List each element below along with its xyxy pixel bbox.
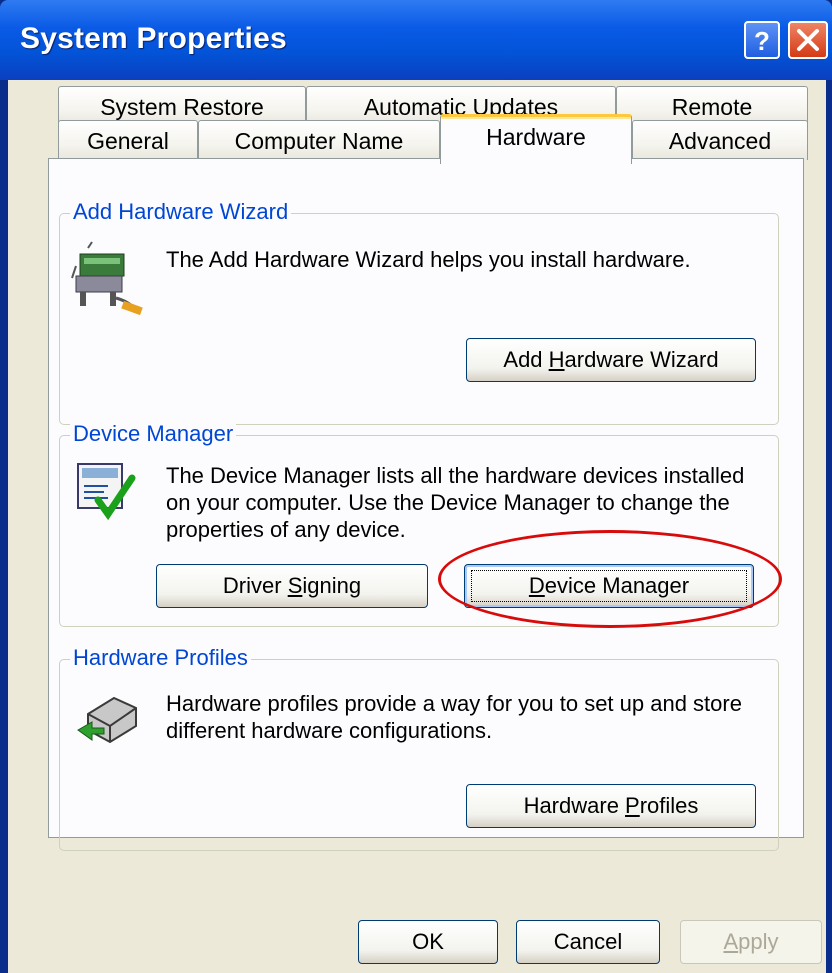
tab-label: Remote xyxy=(671,94,753,120)
device-manager-description-line-3: properties of any device. xyxy=(166,517,406,542)
tab-label: Hardware xyxy=(486,124,586,150)
btn-mnemonic: A xyxy=(723,929,739,954)
title-bar[interactable]: System Properties ? xyxy=(0,0,832,80)
ok-button[interactable]: OK xyxy=(358,920,498,964)
add-hardware-wizard-button[interactable]: Add Hardware Wizard xyxy=(466,338,756,382)
hardware-profiles-button[interactable]: Hardware Profiles xyxy=(466,784,756,828)
help-icon: ? xyxy=(754,26,770,56)
tab-label: Advanced xyxy=(668,128,772,154)
device-manager-description-line-1: The Device Manager lists all the hardwar… xyxy=(166,463,745,488)
svg-text:?: ? xyxy=(754,26,770,56)
system-properties-window: System Properties ? System Restore Autom… xyxy=(0,0,832,973)
cancel-button[interactable]: Cancel xyxy=(516,920,660,964)
btn-text: ardware Wizard xyxy=(564,347,719,372)
window-title: System Properties xyxy=(20,22,287,55)
hardware-profiles-legend: Hardware Profiles xyxy=(70,645,251,671)
tab-general[interactable]: General xyxy=(58,120,198,160)
hardware-tab-panel: Add Hardware Wizard The Add Hardware Wiz… xyxy=(48,158,804,851)
btn-text: Hardware xyxy=(523,793,626,818)
tab-computer-name[interactable]: Computer Name xyxy=(198,120,440,160)
focus-rectangle xyxy=(471,570,747,602)
btn-mnemonic: S xyxy=(287,573,303,598)
add-hardware-wizard-icon xyxy=(71,241,143,316)
hardware-profiles-description-line-1: Hardware profiles provide a way for you … xyxy=(166,691,742,716)
add-hardware-wizard-group: Add Hardware Wizard The Add Hardware Wiz… xyxy=(59,199,779,425)
driver-signing-button[interactable]: Driver Signing xyxy=(156,564,428,608)
add-hardware-wizard-description: The Add Hardware Wizard helps you instal… xyxy=(166,247,691,272)
btn-text: Driver xyxy=(222,573,288,598)
tab-advanced[interactable]: Advanced xyxy=(632,120,808,160)
close-button[interactable] xyxy=(788,21,828,59)
device-manager-description-line-2: on your computer. Use the Device Manager… xyxy=(166,490,730,515)
device-manager-legend: Device Manager xyxy=(70,421,237,447)
help-button[interactable]: ? xyxy=(744,21,780,59)
device-manager-icon xyxy=(77,463,136,521)
hardware-profiles-icon xyxy=(77,696,137,744)
btn-text: pply xyxy=(738,929,779,954)
tab-label: System Restore xyxy=(100,94,264,120)
add-hardware-wizard-legend: Add Hardware Wizard xyxy=(70,199,292,225)
tab-label: General xyxy=(87,128,169,154)
btn-mnemonic: P xyxy=(625,793,640,818)
apply-button[interactable]: Apply xyxy=(680,920,822,964)
btn-mnemonic: H xyxy=(548,347,565,372)
hardware-profiles-group: Hardware Profiles Hardware profiles prov… xyxy=(59,645,779,851)
device-manager-button[interactable]: Device Manager xyxy=(464,564,754,608)
btn-text: igning xyxy=(302,573,362,598)
close-icon xyxy=(797,29,819,51)
hardware-profiles-description-line-2: different hardware configurations. xyxy=(166,718,493,743)
btn-text: rofiles xyxy=(639,793,699,818)
btn-text: OK xyxy=(412,929,444,954)
tab-hardware[interactable]: Hardware xyxy=(440,114,632,164)
btn-text: Add xyxy=(503,347,549,372)
device-manager-group: Device Manager The Device Manager lists … xyxy=(59,421,779,627)
btn-text: Cancel xyxy=(553,929,623,954)
tab-label: Computer Name xyxy=(234,128,404,154)
